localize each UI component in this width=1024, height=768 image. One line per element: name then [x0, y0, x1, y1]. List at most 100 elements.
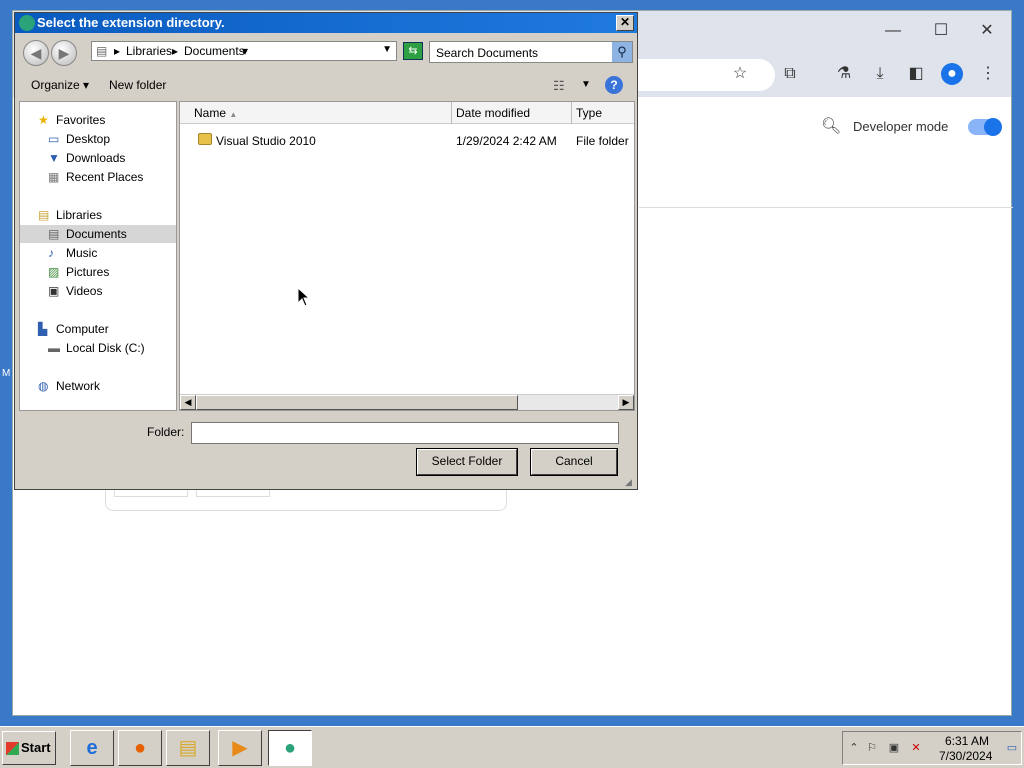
- desktop-edge-label: M: [2, 368, 11, 379]
- resize-grip-icon[interactable]: ◢: [625, 477, 635, 487]
- start-label: Start: [21, 740, 51, 755]
- toggle-knob: [984, 118, 1002, 136]
- labs-icon[interactable]: ⚗: [833, 63, 855, 85]
- chrome-close-button[interactable]: ✕: [975, 19, 999, 43]
- documents-icon: ▤: [48, 227, 60, 241]
- help-icon[interactable]: ?: [605, 76, 623, 94]
- file-row[interactable]: Visual Studio 2010 1/29/2024 2:42 AM Fil…: [180, 130, 634, 152]
- start-button[interactable]: Start: [2, 731, 56, 765]
- tree-recent-places[interactable]: ▦ Recent Places: [48, 168, 143, 186]
- tree-label: Favorites: [56, 113, 106, 127]
- action-center-flag-icon[interactable]: ⚐: [865, 741, 879, 755]
- breadcrumb-libraries[interactable]: Libraries: [126, 44, 172, 58]
- network-tray-icon[interactable]: ▣: [887, 741, 901, 755]
- organize-label: Organize: [31, 78, 80, 92]
- tree-label: Videos: [66, 284, 103, 298]
- folder-field[interactable]: [191, 422, 619, 444]
- profile-icon[interactable]: ●: [941, 63, 963, 85]
- recent-places-icon: ▦: [48, 170, 60, 184]
- tree-documents[interactable]: ▤ Documents: [48, 225, 127, 243]
- back-button[interactable]: ◀: [23, 40, 49, 66]
- select-folder-dialog: Select the extension directory. ✕ ◀ ▶ ▤ …: [14, 12, 638, 490]
- file-explorer-icon[interactable]: ▤: [166, 730, 210, 766]
- column-date[interactable]: Date modified: [452, 102, 572, 124]
- volume-muted-icon[interactable]: ✕: [909, 741, 923, 755]
- computer-icon: ▙: [38, 322, 48, 336]
- new-folder-button[interactable]: New folder: [109, 78, 166, 92]
- search-placeholder: Search Documents: [436, 46, 539, 60]
- folder-icon: [198, 133, 212, 145]
- search-input[interactable]: Search Documents ⚲: [429, 41, 633, 63]
- show-desktop-icon[interactable]: ▭: [1005, 741, 1019, 755]
- show-hidden-icons-icon[interactable]: ⌃: [847, 741, 861, 755]
- tree-computer[interactable]: ▙ Computer: [38, 320, 109, 338]
- clock-date[interactable]: 7/30/2024: [939, 749, 992, 763]
- breadcrumb-sep-icon[interactable]: ▾: [242, 44, 248, 58]
- file-name: Visual Studio 2010: [216, 134, 316, 148]
- refresh-icon[interactable]: ⇆: [403, 42, 423, 60]
- windows-logo-icon: [6, 742, 19, 755]
- select-folder-button[interactable]: Select Folder: [416, 448, 518, 476]
- tree-label: Computer: [56, 322, 109, 336]
- download-icon[interactable]: ⤓: [869, 63, 891, 85]
- column-header: Name ▲ Date modified Type: [180, 102, 634, 124]
- media-player-icon[interactable]: ▶: [218, 730, 262, 766]
- developer-mode-toggle[interactable]: [968, 118, 1002, 136]
- scroll-left-icon[interactable]: ◀: [180, 395, 196, 410]
- view-dropdown-icon[interactable]: ▼: [581, 79, 591, 90]
- view-icon[interactable]: ☷: [553, 78, 565, 94]
- videos-icon: ▣: [48, 284, 60, 298]
- chrome-maximize-button[interactable]: ☐: [929, 19, 953, 43]
- internet-explorer-icon[interactable]: e: [70, 730, 114, 766]
- address-dropdown-icon[interactable]: ▼: [382, 44, 392, 55]
- breadcrumb-sep-icon[interactable]: ▸: [172, 44, 178, 58]
- command-bar: Organize ▾ New folder ☷ ▼ ?: [15, 71, 637, 99]
- scroll-thumb[interactable]: [196, 395, 518, 410]
- dialog-titlebar: Select the extension directory. ✕: [15, 13, 637, 33]
- dialog-close-button[interactable]: ✕: [616, 15, 634, 31]
- menu-icon[interactable]: ⋮: [977, 63, 999, 85]
- extensions-icon[interactable]: ⧉: [779, 63, 801, 85]
- address-bar[interactable]: ▤ ▸ Libraries ▸ Documents ▾ ▼: [91, 41, 397, 61]
- firefox-icon[interactable]: ●: [118, 730, 162, 766]
- tree-label: Downloads: [66, 151, 126, 165]
- search-icon[interactable]: 🔍︎: [821, 116, 841, 136]
- chrome-dialog-icon[interactable]: ●: [268, 730, 312, 766]
- scroll-right-icon[interactable]: ▶: [618, 395, 634, 410]
- tree-videos[interactable]: ▣ Videos: [48, 282, 102, 300]
- column-name[interactable]: Name ▲: [180, 102, 452, 124]
- tree-label: Network: [56, 379, 101, 393]
- tree-pictures[interactable]: ▨ Pictures: [48, 263, 109, 281]
- tree-label: Libraries: [56, 208, 103, 222]
- horizontal-scrollbar[interactable]: ◀ ▶: [180, 394, 634, 410]
- libraries-icon: ▤: [38, 208, 50, 222]
- tree-label: Documents: [66, 227, 127, 241]
- tree-downloads[interactable]: ▼ Downloads: [48, 149, 125, 167]
- organize-button[interactable]: Organize ▾: [31, 78, 89, 92]
- chrome-minimize-button[interactable]: —: [881, 19, 905, 43]
- search-icon[interactable]: ⚲: [612, 42, 632, 62]
- omnibox[interactable]: [633, 59, 775, 91]
- forward-button[interactable]: ▶: [51, 40, 77, 66]
- breadcrumb-sep-icon[interactable]: ▸: [114, 44, 120, 58]
- file-list: Name ▲ Date modified Type Visual Studio …: [179, 101, 635, 411]
- tree-label: Pictures: [66, 265, 110, 279]
- tree-local-disk[interactable]: ▬ Local Disk (C:): [48, 339, 145, 357]
- clock-time[interactable]: 6:31 AM: [945, 734, 989, 748]
- disk-icon: ▬: [48, 341, 60, 355]
- breadcrumb-documents[interactable]: Documents: [184, 44, 245, 58]
- tree-network[interactable]: ◍ Network: [38, 377, 100, 395]
- folder-label: Folder:: [147, 425, 185, 439]
- star-icon[interactable]: ☆: [729, 63, 751, 85]
- tree-desktop[interactable]: ▭ Desktop: [48, 130, 110, 148]
- sort-asc-icon: ▲: [229, 110, 238, 119]
- column-type[interactable]: Type: [572, 102, 636, 124]
- tree-favorites[interactable]: ★ Favorites: [38, 111, 105, 129]
- cancel-button[interactable]: Cancel: [530, 448, 618, 476]
- side-panel-icon[interactable]: ◧: [905, 63, 927, 85]
- library-icon: ▤: [96, 44, 108, 58]
- chrome-app-icon: [19, 15, 35, 31]
- tree-libraries[interactable]: ▤ Libraries: [38, 206, 102, 224]
- system-tray: ⌃ ⚐ ▣ ✕ 6:31 AM 7/30/2024 ▭: [842, 731, 1022, 765]
- tree-music[interactable]: ♪ Music: [48, 244, 97, 262]
